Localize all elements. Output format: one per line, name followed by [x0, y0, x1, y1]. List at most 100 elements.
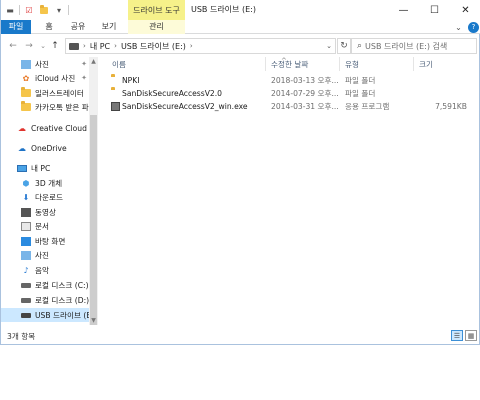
scroll-down-icon[interactable]: ▼: [89, 316, 98, 325]
table-row[interactable]: SanDiskSecureAccessV2.0 2014-07-29 오후...…: [109, 87, 479, 100]
sidebar-item-usb-drive[interactable]: USB 드라이브 (E:): [1, 308, 89, 322]
sidebar-item-icloud-photos[interactable]: ✿ iCloud 사진 ✦: [1, 71, 89, 85]
tab-home[interactable]: 홈: [37, 20, 61, 34]
recent-locations-icon[interactable]: ⌄: [37, 40, 49, 52]
column-header-date[interactable]: 수정한 날짜: [271, 59, 308, 70]
large-icons-view-icon[interactable]: ▦: [465, 330, 477, 341]
desktop-icon: [21, 236, 31, 246]
close-button[interactable]: ✕: [450, 0, 480, 20]
sidebar-item-pictures-quick[interactable]: 사진 ✦: [1, 57, 89, 71]
folder-icon: [21, 87, 31, 98]
column-header-name[interactable]: 이름: [112, 59, 126, 70]
breadcrumb-separator-icon: ›: [114, 42, 117, 50]
navigation-pane-scrollbar[interactable]: ▲ ▼: [89, 57, 98, 325]
status-bar: 3개 항목 ☰ ▦: [1, 328, 480, 344]
sidebar-item-label: 내 PC: [31, 163, 51, 173]
column-divider[interactable]: [339, 57, 340, 71]
file-type: 파일 폴더: [345, 76, 376, 85]
tab-view[interactable]: 보기: [97, 20, 121, 34]
breadcrumb-usb-drive[interactable]: USB 드라이브 (E:): [121, 41, 186, 52]
table-row[interactable]: NPKI 2018-03-13 오후... 파일 폴더: [109, 74, 479, 87]
sidebar-item-kakaotalk[interactable]: 카카오톡 받은 파: [1, 100, 89, 114]
scrollbar-thumb[interactable]: [90, 115, 97, 325]
search-placeholder: USB 드라이브 (E:) 검색: [365, 41, 448, 51]
sidebar-item-label: 동영상: [35, 207, 56, 217]
expand-ribbon-icon[interactable]: ⌄: [453, 22, 464, 33]
column-divider[interactable]: [413, 57, 414, 71]
sidebar-item-label: 로컬 디스크 (D:): [35, 295, 89, 305]
window-title: USB 드라이브 (E:): [191, 5, 256, 14]
sidebar-item-label: 바탕 화면: [35, 236, 66, 246]
sidebar-item-videos[interactable]: 동영상: [1, 205, 89, 219]
minimize-button[interactable]: —: [388, 0, 419, 20]
help-icon[interactable]: ?: [468, 21, 479, 33]
breadcrumb-separator-icon: ›: [83, 42, 86, 50]
sidebar-item-local-disk-c[interactable]: 로컬 디스크 (C:): [1, 278, 89, 292]
pin-icon[interactable]: ✦: [81, 60, 87, 68]
tab-share[interactable]: 공유: [65, 20, 91, 34]
sidebar-item-music[interactable]: ♪ 음악: [1, 263, 89, 277]
file-type: 응용 프로그램: [345, 102, 390, 111]
sidebar-item-label: 음악: [35, 265, 49, 275]
customize-toolbar-icon[interactable]: ▾: [53, 4, 65, 16]
3d-objects-icon: ⬢: [22, 178, 30, 188]
sidebar-item-label: USB 드라이브 (E:): [35, 310, 89, 320]
file-list: ^ 이름 수정한 날짜 유형 크기 NPKI 2018-03-13 오후... …: [101, 57, 480, 325]
ribbon-right-controls: ⌄ ?: [453, 21, 479, 33]
new-folder-icon[interactable]: [38, 4, 50, 16]
scroll-up-icon[interactable]: ▲: [89, 57, 98, 66]
creative-cloud-icon: ☁: [18, 123, 26, 133]
sidebar-item-downloads[interactable]: ⬇ 다운로드: [1, 190, 89, 204]
forward-arrow-icon[interactable]: →: [23, 40, 35, 52]
sidebar-item-creative-cloud[interactable]: ☁ Creative Cloud Fil: [1, 121, 89, 135]
pictures-icon: [21, 59, 31, 69]
tab-manage[interactable]: 관리: [128, 20, 185, 34]
window-controls: — ☐ ✕: [388, 0, 480, 20]
sidebar-item-desktop[interactable]: 바탕 화면: [1, 234, 89, 248]
address-dropdown-icon[interactable]: ⌄: [323, 39, 335, 53]
sidebar-item-label: iCloud 사진: [35, 73, 76, 83]
pin-icon[interactable]: ✦: [81, 74, 87, 82]
sidebar-item-documents[interactable]: 문서: [1, 219, 89, 233]
details-view-icon[interactable]: ☰: [451, 330, 463, 341]
drive-icon: [21, 296, 31, 305]
maximize-button[interactable]: ☐: [419, 0, 450, 20]
properties-icon[interactable]: ☑: [23, 4, 35, 16]
sidebar-item-label: 3D 개체: [35, 178, 63, 188]
window-menu-icon[interactable]: ▬: [4, 4, 16, 16]
file-date: 2018-03-13 오후...: [271, 76, 339, 85]
table-row[interactable]: SanDiskSecureAccessV2_win.exe 2014-03-31…: [109, 100, 479, 113]
documents-icon: [21, 221, 31, 231]
icloud-photos-icon: ✿: [22, 73, 30, 83]
up-arrow-icon[interactable]: ↑: [49, 40, 61, 52]
sidebar-item-onedrive[interactable]: ☁ OneDrive: [1, 141, 89, 155]
sidebar-item-this-pc[interactable]: 내 PC: [1, 161, 89, 175]
drive-icon: [21, 281, 31, 290]
sidebar-item-label: 사진: [35, 59, 49, 69]
refresh-button[interactable]: ↻: [337, 38, 351, 54]
search-box[interactable]: ⌕ USB 드라이브 (E:) 검색: [351, 38, 477, 54]
item-count: 3개 항목: [7, 332, 36, 341]
file-date: 2014-03-31 오후...: [271, 102, 339, 111]
sidebar-item-pictures[interactable]: 사진: [1, 248, 89, 262]
column-header-size[interactable]: 크기: [419, 59, 433, 70]
sidebar-item-label: 일러스트레이터: [35, 88, 84, 98]
music-icon: ♪: [23, 265, 29, 275]
sidebar-item-label: 카카오톡 받은 파: [35, 102, 89, 112]
address-bar[interactable]: › 내 PC › USB 드라이브 (E:) › ⌄: [65, 38, 336, 54]
back-arrow-icon[interactable]: ←: [7, 40, 19, 52]
navigation-bar: ← → ⌄ ↑ › 내 PC › USB 드라이브 (E:) › ⌄ ↻ ⌕ U…: [1, 36, 480, 56]
divider: [19, 5, 20, 15]
column-header-type[interactable]: 유형: [345, 59, 359, 70]
sidebar-item-illustrator[interactable]: 일러스트레이터: [1, 86, 89, 100]
column-divider[interactable]: [265, 57, 266, 71]
sidebar-item-local-disk-d[interactable]: 로컬 디스크 (D:): [1, 293, 89, 307]
breadcrumb-pc[interactable]: 내 PC: [90, 41, 110, 52]
navigation-pane: 사진 ✦ ✿ iCloud 사진 ✦ 일러스트레이터 카카오톡 받은 파 ☁ C…: [1, 57, 89, 325]
view-switcher: ☰ ▦: [451, 330, 477, 341]
sidebar-item-label: 문서: [35, 221, 49, 231]
explorer-window: ▬ ☑ ▾ 드라이브 도구 USB 드라이브 (E:) — ☐ ✕ 파일 홈 공…: [0, 0, 480, 345]
file-name: SanDiskSecureAccessV2.0: [122, 89, 222, 98]
tab-file[interactable]: 파일: [1, 20, 31, 34]
sidebar-item-3d-objects[interactable]: ⬢ 3D 개체: [1, 176, 89, 190]
